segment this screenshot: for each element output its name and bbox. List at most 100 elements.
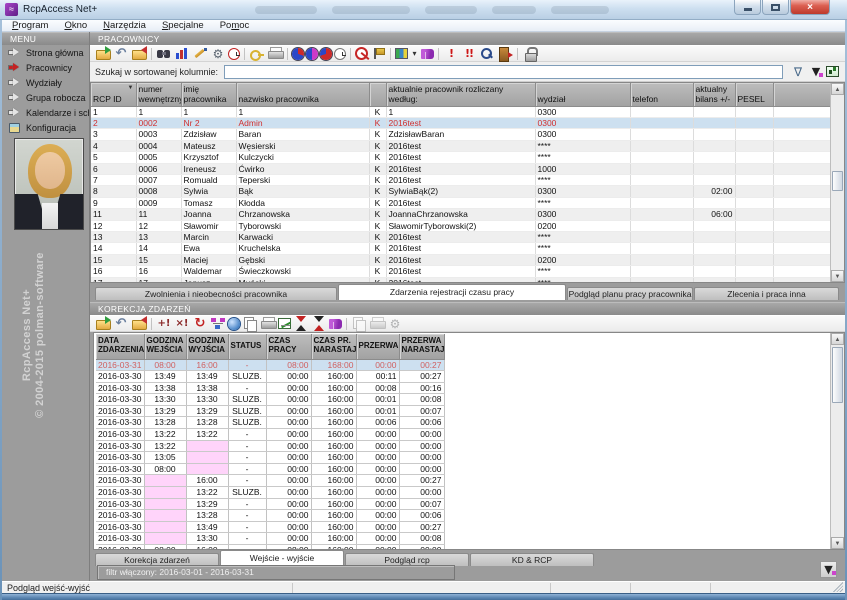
save-folder-icon[interactable] xyxy=(131,316,147,331)
tab-zlecenia-i-praca-inna[interactable]: Zlecenia i praca inna xyxy=(694,287,839,300)
key-icon[interactable] xyxy=(249,46,265,61)
column-header-godzina-wyjscia[interactable]: GODZINA WYJŚCIA xyxy=(186,334,228,359)
print-icon[interactable] xyxy=(267,46,283,61)
column-header-wydzial[interactable]: wydział xyxy=(535,83,630,106)
alert-icon[interactable]: ! xyxy=(443,46,459,61)
undo-icon[interactable]: ↶ xyxy=(113,316,129,331)
employees-scrollbar[interactable]: ▲ ▼ xyxy=(830,83,844,282)
lock-icon[interactable] xyxy=(522,46,538,61)
absence-icon[interactable] xyxy=(355,47,368,60)
event-row[interactable]: 2016-03-3016:00-00:00160:0000:0000:27 xyxy=(96,475,444,487)
event-row[interactable]: 2016-03-3013:4913:49SLUZB.00:00160:0000:… xyxy=(96,371,444,383)
scrollbar-thumb[interactable] xyxy=(832,171,843,191)
help-book-icon[interactable] xyxy=(329,319,342,329)
save-folder-icon[interactable] xyxy=(131,46,147,61)
employee-row[interactable]: 40004MateuszWęsierskiK2016test**** xyxy=(91,140,831,151)
open-folder-icon[interactable] xyxy=(95,46,111,61)
exit-door-icon[interactable] xyxy=(497,46,513,61)
scroll-up-icon[interactable]: ▲ xyxy=(831,333,844,345)
event-row[interactable]: 2016-03-3008:00-00:00160:0000:0000:00 xyxy=(96,463,444,475)
event-row[interactable]: 2016-03-3013:05-00:00160:0000:0000:00 xyxy=(96,452,444,464)
binoculars-icon[interactable] xyxy=(156,46,172,61)
tab-zdarzenia-rejestracji-czasu-pracy[interactable]: Zdarzenia rejestracji czasu pracy xyxy=(338,284,566,300)
column-header-telefon[interactable]: telefon xyxy=(630,83,693,106)
print-icon[interactable] xyxy=(260,316,276,331)
sidebar-item-kalendarze-i-schematy[interactable]: Kalendarze i schematy xyxy=(2,105,89,120)
employee-row[interactable]: 50005KrzysztofKulczyckiK2016test**** xyxy=(91,152,831,163)
find-zoom-icon[interactable] xyxy=(479,46,495,61)
dropdown-arrow-icon[interactable]: ▾ xyxy=(410,46,419,61)
employee-row[interactable]: 1111JoannaChrzanowskaKJoannaChrzanowska0… xyxy=(91,209,831,220)
color-scale-icon[interactable] xyxy=(395,48,408,59)
column-header-nazwisko-pracownika[interactable]: nazwisko pracownika xyxy=(236,83,369,106)
column-header-data-zdarzenia[interactable]: DATA ZDARZENIA xyxy=(96,334,144,359)
column-header-aktualny-bilans[interactable]: aktualny bilans +/- xyxy=(693,83,735,106)
tab-podglad-planu-pracy-pracownika[interactable]: Podgląd planu pracy pracownika xyxy=(567,287,693,300)
column-header-empty[interactable] xyxy=(773,83,831,106)
column-header-status[interactable]: STATUS xyxy=(228,334,266,359)
scroll-down-icon[interactable]: ▼ xyxy=(831,270,844,282)
employee-row[interactable]: 1414EwaKruchelskaK2016test**** xyxy=(91,243,831,254)
employee-row[interactable]: 20002Nr 2AdminK2016test0300 xyxy=(91,117,831,128)
delete-event-icon[interactable]: ×! xyxy=(174,316,190,331)
statistics-icon[interactable] xyxy=(826,66,839,77)
scroll-up-icon[interactable]: ▲ xyxy=(831,83,844,95)
scrollbar-thumb[interactable] xyxy=(832,347,843,403)
event-row[interactable]: 2016-03-3108:0016:00-08:00168:0000:0000:… xyxy=(96,359,444,371)
employee-row[interactable]: 70007RomualdTeperskiK2016test**** xyxy=(91,174,831,185)
employee-row[interactable]: 1616WaldemarŚwieczkowskiK2016test**** xyxy=(91,266,831,277)
copy-events-icon[interactable] xyxy=(242,316,258,331)
events-scrollbar[interactable]: ▲ ▼ xyxy=(830,333,844,549)
sidebar-item-grupa-robocza[interactable]: Grupa robocza xyxy=(2,90,89,105)
tab-wejscie-wyjscie[interactable]: Wejście - wyjście xyxy=(220,550,344,566)
filter-button[interactable]: ▼ xyxy=(820,561,837,578)
chart-icon[interactable] xyxy=(278,318,291,329)
refresh-icon[interactable]: ↻ xyxy=(192,316,208,331)
event-row[interactable]: 2016-03-3013:2913:29SLUZB.00:00160:0000:… xyxy=(96,405,444,417)
menu-pomoc[interactable]: Pomoc xyxy=(212,20,258,32)
event-row[interactable]: 2016-03-3013:22-00:00160:0000:0000:00 xyxy=(96,440,444,452)
balance-pie-icon[interactable] xyxy=(320,48,332,60)
edit-icon[interactable] xyxy=(192,46,208,61)
sidebar-item-konfiguracja[interactable]: Konfiguracja xyxy=(2,120,89,135)
filter-icon[interactable]: ∇ xyxy=(790,64,806,79)
employee-row[interactable]: 30003ZdzisławBaranKZdzisławBaran0300 xyxy=(91,129,831,140)
settings-disabled-icon[interactable]: ⚙ xyxy=(387,316,403,331)
sidebar-item-pracownicy[interactable]: Pracownicy xyxy=(2,60,89,75)
column-header-przerwa[interactable]: PRZERWA xyxy=(356,334,399,359)
filter-active-icon[interactable]: ▼ xyxy=(808,64,824,79)
employee-row[interactable]: 1515MaciejGębskiK2016test0200 xyxy=(91,254,831,265)
search-input[interactable] xyxy=(224,65,783,79)
holiday-flag-icon[interactable] xyxy=(370,46,386,61)
event-row[interactable]: 2016-03-3013:2813:28SLUZB.00:00160:0000:… xyxy=(96,417,444,429)
column-header-imie-pracownika[interactable]: imię pracownika xyxy=(181,83,236,106)
column-header-empty[interactable] xyxy=(369,83,386,106)
globe-icon[interactable] xyxy=(228,318,240,330)
tools-icon[interactable]: ⚙ xyxy=(210,46,226,61)
help-book-icon[interactable] xyxy=(421,49,434,59)
maximize-button[interactable] xyxy=(762,0,789,15)
sort-desc-icon[interactable] xyxy=(293,316,309,331)
sidebar-item-wydzialy[interactable]: Wydziały xyxy=(2,75,89,90)
sidebar-item-strona-glowna[interactable]: Strona główna xyxy=(2,45,89,60)
employee-row[interactable]: 1111K10300 xyxy=(91,106,831,117)
event-row[interactable]: 2016-03-3013:30-00:00160:0000:0000:08 xyxy=(96,533,444,545)
event-row[interactable]: 2016-03-3013:3013:30SLUZB.00:00160:0000:… xyxy=(96,394,444,406)
event-row[interactable]: 2016-03-3013:28-00:00160:0000:0000:06 xyxy=(96,510,444,522)
close-button[interactable]: × xyxy=(790,0,830,15)
event-row[interactable]: 2016-03-3013:29-00:00160:0000:0000:07 xyxy=(96,498,444,510)
column-header-czas-pracy[interactable]: CZAS PRACY xyxy=(266,334,311,359)
employee-row[interactable]: 90009TomaszKłoddaK2016test**** xyxy=(91,197,831,208)
tab-zwolnienia-i-nieobecnosci-pracownika[interactable]: Zwolnienia i nieobecności pracownika xyxy=(95,287,337,300)
column-header-rcp-id[interactable]: RCP ID▼ xyxy=(91,83,136,106)
schedule-pie-icon[interactable] xyxy=(306,48,318,60)
column-header-aktualnie-pracownik-rozliczany-wedlug[interactable]: aktualnie pracownik rozliczany według: xyxy=(386,83,535,106)
double-alert-icon[interactable]: !! xyxy=(461,46,477,61)
alarm-clock-icon[interactable] xyxy=(228,48,240,60)
copy-disabled-icon[interactable] xyxy=(351,316,367,331)
event-row[interactable]: 2016-03-3013:3813:38-00:00160:0000:0800:… xyxy=(96,382,444,394)
menu-specjalne[interactable]: Specjalne xyxy=(154,20,212,32)
employee-row[interactable]: 1313MarcinKarwackiK2016test**** xyxy=(91,231,831,242)
org-chart-icon[interactable] xyxy=(210,316,226,331)
menu-narzedzia[interactable]: Narzędzia xyxy=(95,20,154,32)
